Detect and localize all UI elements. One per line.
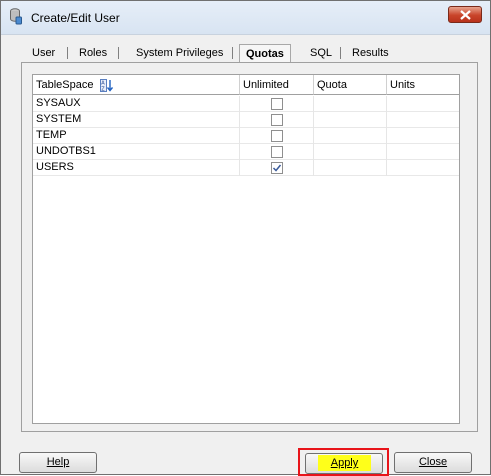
close-button-label: Close (418, 456, 448, 468)
svg-text:Z: Z (101, 86, 105, 92)
close-icon (460, 10, 471, 20)
tablespace-cell: SYSTEM (33, 112, 240, 128)
checkmark-icon (272, 164, 282, 172)
quota-cell[interactable] (314, 144, 387, 160)
column-header-units[interactable]: Units (387, 75, 459, 95)
window-close-button[interactable] (448, 6, 482, 23)
apply-button[interactable]: Apply (305, 453, 383, 474)
tablespace-cell: UNDOTBS1 (33, 144, 240, 160)
tab-results[interactable]: Results (352, 44, 389, 62)
create-edit-user-dialog: Create/Edit User User Roles System Privi… (0, 0, 491, 476)
column-header-quota[interactable]: Quota (314, 75, 387, 95)
unlimited-checkbox[interactable] (271, 130, 283, 142)
unlimited-cell (240, 144, 314, 160)
help-button[interactable]: Help (19, 452, 97, 473)
tab-system-privileges[interactable]: System Privileges (136, 44, 223, 62)
quota-cell[interactable] (314, 96, 387, 112)
tab-separator (118, 47, 119, 59)
tablespace-cell: TEMP (33, 128, 240, 144)
apply-button-label: Apply (330, 457, 359, 469)
tablespace-cell: SYSAUX (33, 96, 240, 112)
units-cell[interactable] (387, 112, 459, 128)
table-row[interactable]: TEMP (33, 128, 459, 144)
unlimited-cell (240, 112, 314, 128)
tab-quotas[interactable]: Quotas (239, 44, 291, 62)
column-header-label: TableSpace (36, 79, 94, 91)
table-row[interactable]: SYSTEM (33, 112, 459, 128)
tab-separator (67, 47, 68, 59)
units-cell[interactable] (387, 160, 459, 176)
unlimited-checkbox[interactable] (271, 146, 283, 158)
title-bar: Create/Edit User (1, 1, 490, 35)
units-cell[interactable] (387, 144, 459, 160)
tab-roles[interactable]: Roles (79, 44, 107, 62)
units-cell[interactable] (387, 96, 459, 112)
column-header-tablespace[interactable]: TableSpace A Z (33, 75, 240, 95)
unlimited-checkbox-checked[interactable] (271, 162, 283, 174)
unlimited-checkbox[interactable] (271, 98, 283, 110)
quotas-panel: TableSpace A Z Unlimited Quota Units SYS… (21, 62, 478, 432)
unlimited-checkbox[interactable] (271, 114, 283, 126)
unlimited-cell (240, 128, 314, 144)
quotas-table: TableSpace A Z Unlimited Quota Units SYS… (32, 74, 460, 424)
quota-cell[interactable] (314, 112, 387, 128)
unlimited-cell (240, 96, 314, 112)
units-cell[interactable] (387, 128, 459, 144)
sort-az-icon[interactable]: A Z (99, 78, 113, 92)
apply-label-highlight: Apply (318, 455, 371, 471)
window-title: Create/Edit User (31, 11, 120, 25)
tablespace-cell: USERS (33, 160, 240, 176)
apply-highlight-box: Apply (298, 448, 389, 476)
quota-cell[interactable] (314, 160, 387, 176)
tab-separator (232, 47, 233, 59)
quota-cell[interactable] (314, 128, 387, 144)
help-button-label: Help (46, 456, 70, 468)
column-header-unlimited[interactable]: Unlimited (240, 75, 314, 95)
database-user-icon (10, 8, 22, 25)
unlimited-cell (240, 160, 314, 176)
table-row[interactable]: SYSAUX (33, 96, 459, 112)
table-row[interactable]: UNDOTBS1 (33, 144, 459, 160)
tab-sql[interactable]: SQL (310, 44, 332, 62)
table-row[interactable]: USERS (33, 160, 459, 176)
tab-user[interactable]: User (32, 44, 55, 62)
close-button[interactable]: Close (394, 452, 472, 473)
tab-separator (340, 47, 341, 59)
